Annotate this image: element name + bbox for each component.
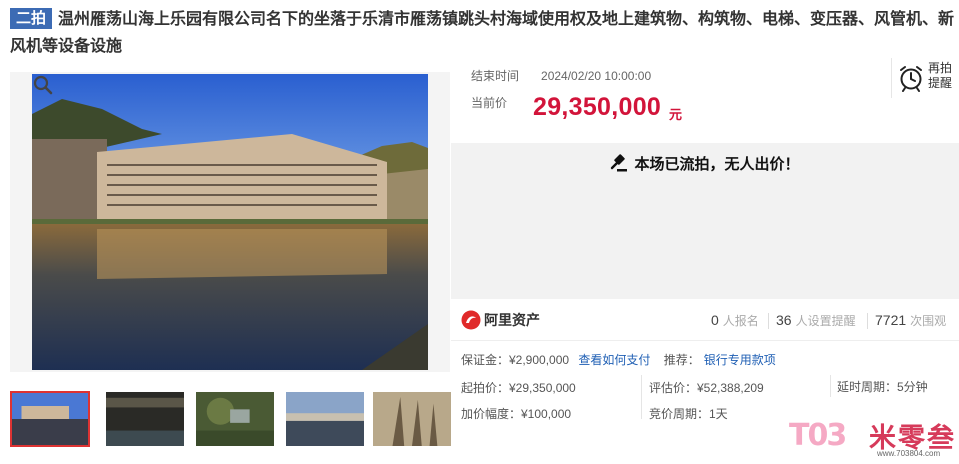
- signup-label: 人报名: [722, 314, 759, 328]
- start-price: 起拍价：¥29,350,000: [461, 381, 576, 395]
- stats-bar: 阿里资产 0 人报名 36 人设置提醒 7721 次围观: [451, 301, 959, 341]
- divider: [830, 375, 831, 397]
- main-photo[interactable]: [10, 72, 450, 372]
- signup-count: 0 人报名: [711, 312, 759, 329]
- thumbnail-1[interactable]: [10, 391, 90, 447]
- price-unit: 元: [669, 107, 683, 122]
- watermark: T03 米零叁 www.703804.com: [787, 412, 957, 462]
- thumbnail-5[interactable]: [372, 391, 452, 447]
- reminder-count-label: 人设置提醒: [795, 314, 856, 328]
- reminder-number: 36: [776, 312, 792, 328]
- end-time-label: 结束时间: [471, 69, 520, 83]
- end-time-value: 2024/02/20 10:00:00: [541, 69, 652, 83]
- current-price-label: 当前价: [471, 96, 508, 110]
- recommend-label: 推荐：: [663, 353, 700, 367]
- thumbnail-4[interactable]: [285, 391, 365, 447]
- deposit-text: 保证金：¥2,900,000: [461, 353, 570, 367]
- ali-assets-icon: [461, 310, 481, 330]
- auction-status-text: 本场已流拍，无人出价！: [634, 156, 800, 173]
- magnifier-icon[interactable]: [32, 74, 54, 96]
- reminder-label-line2: 提醒: [928, 76, 953, 90]
- signup-number: 0: [711, 312, 719, 328]
- divider: [867, 313, 868, 329]
- reminder-label: 再拍 提醒: [928, 61, 952, 91]
- bank-payment-link[interactable]: 银行专用款项: [704, 353, 776, 367]
- alibaba-assets-logo: 阿里资产: [461, 310, 540, 330]
- bid-cycle: 竞价周期：1天: [649, 407, 728, 421]
- current-price-value: 29,350,000: [533, 93, 662, 121]
- bid-increment: 加价幅度：¥100,000: [461, 407, 572, 421]
- item-title: 二拍 温州雁荡山海上乐园有限公司名下的坐落于乐清市雁荡镇跳头村海域使用权及地上建筑…: [10, 6, 955, 60]
- reminder-label-line1: 再拍: [928, 61, 953, 75]
- brand-name: 阿里资产: [484, 312, 540, 328]
- how-to-pay-link[interactable]: 查看如何支付: [578, 353, 650, 367]
- end-time-row: 结束时间 2024/02/20 10:00:00: [471, 67, 651, 84]
- watermark-logo: T03: [789, 418, 847, 453]
- delay-period: 延时周期：5分钟: [837, 380, 928, 394]
- appraisal-price: 评估价：¥52,388,209: [649, 381, 764, 395]
- divider: [641, 375, 642, 419]
- title-text: 温州雁荡山海上乐园有限公司名下的坐落于乐清市雁荡镇跳头村海域使用权及地上建筑物、…: [10, 11, 955, 55]
- view-count: 7721 次围观: [875, 312, 946, 329]
- alarm-clock-icon: [900, 66, 922, 92]
- thumbnail-2[interactable]: [105, 391, 185, 447]
- divider: [768, 313, 769, 329]
- view-number: 7721: [875, 312, 907, 328]
- round-badge: 二拍: [10, 8, 53, 29]
- auction-status: 本场已流拍，无人出价！: [451, 153, 959, 174]
- watermark-url: www.703804.com: [877, 449, 941, 458]
- thumbnail-3[interactable]: [195, 391, 275, 447]
- reminder-count: 36 人设置提醒: [776, 312, 856, 329]
- view-label: 次围观: [910, 314, 947, 328]
- deposit-row: 保证金：¥2,900,000 查看如何支付 推荐： 银行专用款项: [461, 351, 776, 368]
- building-lake-photo: [32, 74, 428, 370]
- auction-status-box: 本场已流拍，无人出价！: [451, 143, 959, 299]
- gavel-icon: [611, 154, 628, 172]
- reauction-reminder-button[interactable]: 再拍 提醒: [891, 58, 957, 98]
